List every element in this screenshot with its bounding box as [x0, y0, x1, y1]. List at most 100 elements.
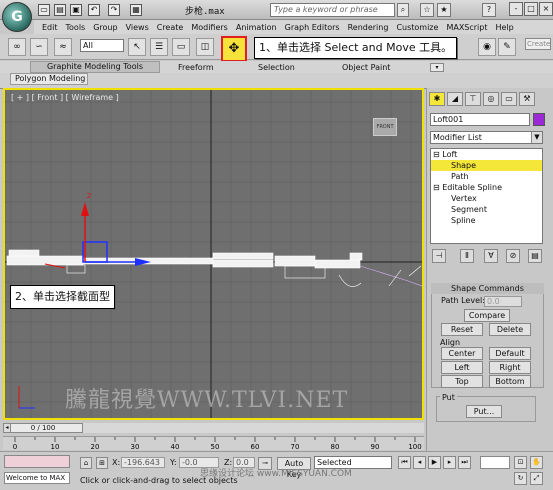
menu-create[interactable]: Create [157, 23, 184, 32]
compare-button[interactable]: Compare [464, 309, 510, 322]
ribbon-tab-graphite[interactable]: Graphite Modeling Tools [30, 61, 160, 73]
time-slider[interactable]: 0 / 100 [3, 423, 83, 433]
stack-item-segment[interactable]: Segment [431, 204, 542, 215]
configure-sets-icon[interactable]: ▤ [528, 249, 542, 263]
modifier-list-dropdown[interactable]: Modifier List [430, 131, 543, 144]
object-name-field[interactable]: Loft001 [430, 113, 530, 126]
ribbon-tab-selection[interactable]: Selection [258, 63, 295, 72]
hierarchy-tab-icon[interactable]: ⊤ [465, 92, 481, 106]
favorites-icon[interactable]: ★ [437, 3, 451, 17]
minimize-button[interactable]: - [509, 2, 523, 16]
menu-group[interactable]: Group [93, 23, 117, 32]
absolute-mode-icon[interactable]: ⊞ [96, 457, 108, 469]
display-tab-icon[interactable]: ▭ [501, 92, 517, 106]
curve-editor-icon[interactable]: ◉ [478, 38, 496, 56]
utilities-tab-icon[interactable]: ⚒ [519, 92, 535, 106]
menu-customize[interactable]: Customize [396, 23, 438, 32]
pan-view-icon[interactable]: ✋ [530, 456, 543, 469]
front-viewport[interactable]: Z [ + ] [ Front ] [ Wireframe ] FRONT 2、… [3, 88, 424, 420]
align-right-button[interactable]: Right [489, 361, 531, 374]
redo-icon[interactable]: ↷ [108, 4, 120, 16]
search-input[interactable]: Type a keyword or phrase [270, 3, 395, 17]
undo-icon[interactable]: ↶ [88, 4, 100, 16]
align-center-button[interactable]: Center [441, 347, 483, 360]
stack-item-loft[interactable]: ⊟ Loft [431, 149, 542, 160]
viewcube[interactable]: FRONT [373, 118, 397, 136]
shape-commands-title[interactable]: Shape Commands [431, 283, 544, 294]
close-button[interactable]: × [539, 2, 553, 16]
path-level-input[interactable]: 0.0 [484, 296, 522, 307]
delete-button[interactable]: Delete [489, 323, 531, 336]
maximize-viewport-icon[interactable]: ⤢ [530, 472, 543, 485]
selection-lock-icon[interactable]: ⌂ [80, 457, 92, 469]
save-icon[interactable]: ▣ [70, 4, 82, 16]
chevron-down-icon[interactable]: ▼ [531, 132, 542, 143]
align-default-button[interactable]: Default [489, 347, 531, 360]
named-selection-set-input[interactable]: Create [525, 38, 551, 50]
menu-graph-editors[interactable]: Graph Editors [285, 23, 340, 32]
help-icon[interactable]: ? [482, 3, 496, 17]
orbit-icon[interactable]: ↻ [514, 472, 527, 485]
menu-edit[interactable]: Edit [42, 23, 58, 32]
ribbon-tab-object-paint[interactable]: Object Paint [342, 63, 390, 72]
next-frame-icon[interactable]: ▸ [443, 456, 456, 469]
put-button[interactable]: Put... [466, 405, 502, 418]
menu-animation[interactable]: Animation [236, 23, 277, 32]
stack-item-shape[interactable]: Shape [431, 160, 542, 171]
stack-item-path[interactable]: Path [431, 171, 542, 182]
zoom-extents-icon[interactable]: ⊡ [514, 456, 527, 469]
align-left-button[interactable]: Left [441, 361, 483, 374]
stack-item-editable-spline[interactable]: ⊟ Editable Spline [431, 182, 542, 193]
open-file-icon[interactable]: ▤ [54, 4, 66, 16]
align-top-button[interactable]: Top [441, 375, 483, 388]
menu-modifiers[interactable]: Modifiers [191, 23, 228, 32]
stack-item-spline[interactable]: Spline [431, 215, 542, 226]
ribbon-tab-freeform[interactable]: Freeform [178, 63, 214, 72]
menu-help[interactable]: Help [496, 23, 514, 32]
edit-named-selection-icon[interactable]: ✎ [498, 38, 516, 56]
current-frame-field[interactable] [480, 456, 510, 469]
viewport-canvas[interactable]: Z [5, 90, 422, 418]
binoculars-icon[interactable]: ⌕ [397, 3, 409, 17]
show-end-result-icon[interactable]: Ⅱ [460, 249, 474, 263]
link-icon[interactable]: ∞ [8, 38, 26, 56]
select-by-name-icon[interactable]: ☰ [150, 38, 168, 56]
select-and-move-button[interactable]: ✥ [221, 36, 247, 62]
prev-frame-icon[interactable]: ◂ [3, 423, 11, 433]
previous-frame-icon[interactable]: ◂ [413, 456, 426, 469]
maxscript-listener-input[interactable] [4, 455, 70, 468]
menu-tools[interactable]: Tools [66, 23, 86, 32]
remove-modifier-icon[interactable]: ⊘ [506, 249, 520, 263]
play-icon[interactable]: ▶ [428, 456, 441, 469]
make-unique-icon[interactable]: ∀ [484, 249, 498, 263]
new-file-icon[interactable]: ▭ [38, 4, 50, 16]
ribbon-options-icon[interactable]: ▾ [430, 63, 444, 72]
align-bottom-button[interactable]: Bottom [489, 375, 531, 388]
polygon-modeling-tab[interactable]: Polygon Modeling [10, 73, 88, 85]
motion-tab-icon[interactable]: ◎ [483, 92, 499, 106]
modify-tab-icon[interactable]: ◢ [447, 92, 463, 106]
object-color-swatch[interactable] [533, 113, 545, 126]
communication-center-icon[interactable]: ☆ [420, 3, 434, 17]
timeline-ruler[interactable]: 0 10 20 30 40 50 60 70 80 90 100 [3, 436, 424, 451]
menu-rendering[interactable]: Rendering [348, 23, 389, 32]
goto-start-icon[interactable]: ⏮ [398, 456, 411, 469]
pin-stack-icon[interactable]: ⊣ [432, 249, 446, 263]
menu-views[interactable]: Views [126, 23, 149, 32]
selection-filter-dropdown[interactable]: All [80, 39, 124, 52]
stack-item-vertex[interactable]: Vertex [431, 193, 542, 204]
rectangular-selection-icon[interactable]: ▭ [172, 38, 190, 56]
project-folder-icon[interactable]: ▦ [130, 4, 142, 16]
goto-end-icon[interactable]: ⏭ [458, 456, 471, 469]
menu-maxscript[interactable]: MAXScript [446, 23, 487, 32]
reset-button[interactable]: Reset [441, 323, 483, 336]
x-coordinate-field[interactable]: -196.643 [121, 457, 165, 468]
create-tab-icon[interactable]: ✱ [429, 92, 445, 106]
bind-space-warp-icon[interactable]: ≈ [54, 38, 72, 56]
select-object-icon[interactable]: ↖ [128, 38, 146, 56]
app-logo-button[interactable]: G [2, 2, 32, 32]
maximize-button[interactable]: □ [524, 2, 538, 16]
viewport-label[interactable]: [ + ] [ Front ] [ Wireframe ] [11, 93, 119, 102]
unlink-icon[interactable]: ∽ [30, 38, 48, 56]
window-crossing-icon[interactable]: ◫ [196, 38, 214, 56]
